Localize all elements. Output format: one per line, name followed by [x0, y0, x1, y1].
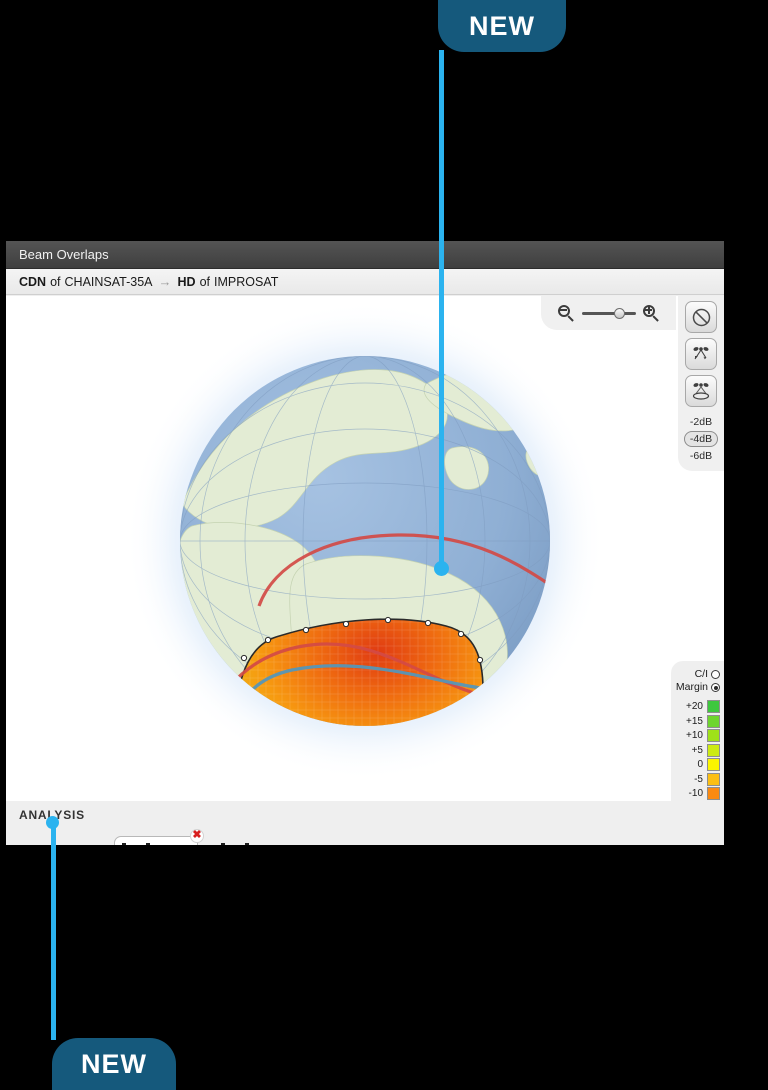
db-level-minus6[interactable]: -6dB	[684, 448, 718, 464]
satellite-a-name: CHAINSAT-35A	[64, 274, 153, 289]
globe-visualization: CDN HD	[125, 301, 605, 781]
legend-value: -10	[688, 788, 703, 799]
db-level-group: -2dB -4dB -6dB	[683, 414, 719, 464]
legend-swatch	[707, 758, 720, 771]
callout-anchor-dot-top	[434, 561, 449, 576]
close-icon[interactable]: ✖	[190, 828, 204, 843]
legend-scale-row: +20	[675, 700, 720, 713]
magnifier-minus-icon[interactable]	[557, 304, 575, 322]
contour-lines-icon	[220, 842, 250, 845]
legend-scale-row: +10	[675, 729, 720, 742]
db-level-minus4[interactable]: -4dB	[683, 431, 719, 447]
legend-swatch	[707, 729, 720, 742]
radio-ci[interactable]	[711, 670, 720, 679]
legend-mode-ci-label: C/I	[694, 668, 708, 680]
legend-scale-row: +15	[675, 714, 720, 728]
clear-overlay-button[interactable]	[685, 301, 717, 333]
screen-root: NEW NEW Beam Overlaps CDN of CHAINSAT-35…	[0, 0, 768, 1090]
legend-mode-ci[interactable]: C/I	[675, 668, 720, 681]
beam-b-of: of	[199, 274, 211, 289]
beam-overlaps-window: Beam Overlaps CDN of CHAINSAT-35A → HD o…	[6, 241, 724, 845]
legend-scale-row: -10	[675, 787, 720, 800]
legend-mode-group: C/I Margin	[675, 668, 720, 694]
magnifier-plus-icon[interactable]	[642, 304, 660, 322]
new-badge-top: NEW	[438, 0, 566, 52]
layer-contours-button[interactable]: CONTOURS	[214, 837, 334, 845]
legend-value: 0	[697, 759, 703, 770]
legend-scale-row: 0	[675, 758, 720, 771]
satellite-coverage-button[interactable]	[685, 375, 717, 407]
zoom-slider-track[interactable]	[581, 307, 636, 319]
window-title: Beam Overlaps	[19, 247, 109, 262]
beam-a-name: CDN	[19, 274, 47, 289]
beam-label-hd: HD	[237, 764, 264, 781]
legend-value: +15	[686, 715, 703, 727]
window-titlebar: Beam Overlaps	[6, 241, 724, 269]
layer-grid-button[interactable]: GRID ✖	[114, 828, 204, 845]
legend-scale-row: +5	[675, 743, 720, 757]
beam-pair-breadcrumb: CDN of CHAINSAT-35A → HD of IMPROSAT	[6, 269, 724, 295]
legend-swatch	[707, 743, 720, 757]
analysis-tab[interactable]: ANALYSIS	[6, 801, 119, 828]
legend-panel: C/I Margin +20 +15 +10 +5 0 -5 -10	[671, 661, 724, 801]
map-canvas[interactable]: CDN HD -2dB -4dB -6dB C/I Margin +20 +15…	[6, 296, 724, 801]
satellite-links-icon	[693, 347, 709, 360]
svg-text:HD: HD	[243, 768, 259, 780]
legend-scale-row: -5	[675, 772, 720, 786]
legend-mode-margin[interactable]: Margin	[675, 681, 720, 694]
zoom-control[interactable]	[541, 296, 676, 330]
legend-value: +5	[691, 744, 703, 756]
satellite-b-name: IMPROSAT	[214, 274, 279, 289]
legend-swatch	[707, 714, 720, 728]
legend-swatch	[707, 787, 720, 800]
arrow-icon: →	[158, 274, 172, 289]
legend-swatch	[707, 772, 720, 786]
legend-swatch	[707, 700, 720, 713]
db-level-minus2[interactable]: -2dB	[684, 414, 718, 430]
beam-a-of: of	[50, 274, 61, 289]
new-badge-bottom: NEW	[52, 1038, 176, 1090]
radio-margin[interactable]	[711, 683, 720, 692]
legend-value: +10	[686, 730, 703, 741]
satellite-links-button[interactable]	[685, 338, 717, 370]
legend-scale: +20 +15 +10 +5 0 -5 -10 -15 -20	[675, 700, 720, 801]
circle-slash-icon	[692, 308, 710, 326]
legend-value: -5	[694, 773, 703, 785]
satellite-coverage-icon	[692, 383, 710, 400]
zoom-slider-knob[interactable]	[613, 307, 625, 319]
callout-anchor-dot-bottom	[46, 816, 59, 829]
analysis-toolbar: C/I GRID ✖	[6, 828, 724, 845]
beam-b-name: HD	[177, 274, 196, 289]
callout-connector-bottom	[51, 822, 56, 1040]
callout-connector-top	[439, 50, 444, 570]
legend-mode-margin-label: Margin	[675, 681, 708, 693]
map-tool-rail: -2dB -4dB -6dB	[678, 296, 724, 471]
svg-text:CDN: CDN	[204, 737, 228, 749]
grid-heatmap-icon	[121, 842, 151, 845]
legend-value: +20	[686, 701, 703, 712]
